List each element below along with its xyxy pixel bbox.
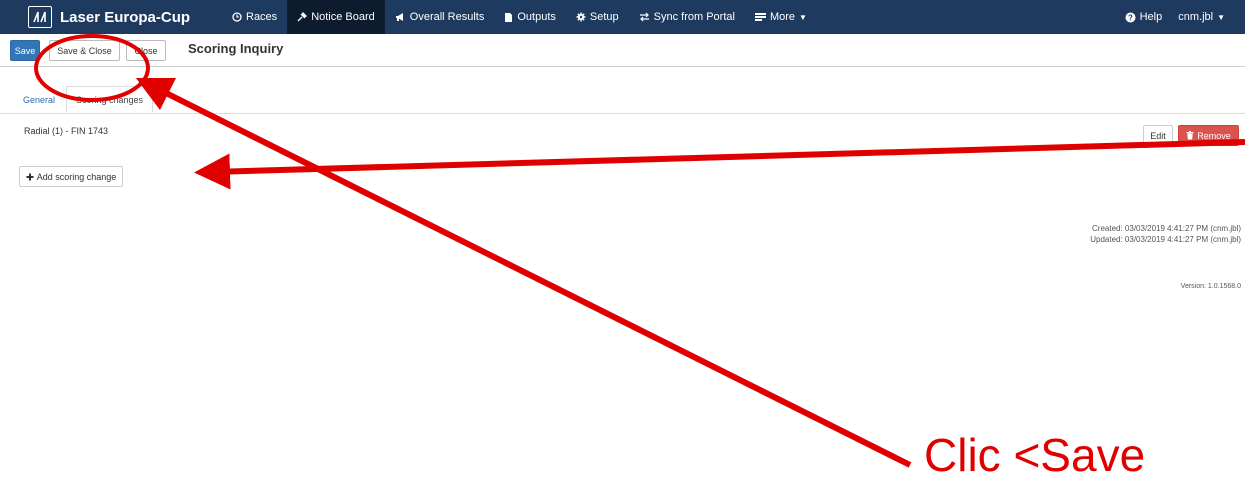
nav-setup[interactable]: Setup [566,0,629,34]
add-scoring-change-label: Add scoring change [36,171,117,182]
remove-label: Remove [1197,130,1231,141]
sync-icon [639,12,649,22]
chevron-down-icon: ▼ [1217,12,1225,22]
save-close-button[interactable]: Save & Close [49,40,120,61]
user-menu: ? Help cnm.jbl ▼ [1117,0,1233,34]
close-button[interactable]: Close [126,40,166,61]
nav-sync-label: Sync from Portal [653,11,735,23]
tab-general[interactable]: General [12,86,66,113]
nav-more-label: More [769,11,796,23]
laser-logo-icon [28,6,52,28]
nav-overall-results-label: Overall Results [409,11,485,23]
edit-button[interactable]: Edit [1143,125,1173,146]
username: cnm.jbl [1178,11,1214,23]
brand[interactable]: Laser Europa-Cup [28,4,190,30]
user-dropdown[interactable]: cnm.jbl ▼ [1170,0,1233,34]
nav-setup-label: Setup [589,11,619,23]
tab-bar: General Scoring changes [0,86,1245,114]
svg-text:?: ? [1128,13,1133,22]
remove-button[interactable]: Remove [1178,125,1239,146]
created-timestamp: Created: 03/03/2019 4:41:27 PM (cnm.jbl) [1092,224,1241,233]
nav-notice-board[interactable]: Notice Board [287,0,385,34]
arrow-to-save-close [135,77,912,468]
brand-title: Laser Europa-Cup [60,8,191,26]
top-navbar: Laser Europa-Cup Races Notice Board Over… [0,0,1245,34]
plus-icon [26,173,34,180]
nav-notice-board-label: Notice Board [311,11,375,23]
toolbar: Save Save & Close Close [0,34,1245,67]
help-label: Help [1139,11,1163,23]
megaphone-icon [395,13,403,21]
nav-outputs[interactable]: Outputs [494,0,566,34]
scoring-change-item: Radial (1) - FIN 1743 [24,126,109,136]
chevron-down-icon: ▼ [799,12,807,22]
nav-overall-results[interactable]: Overall Results [385,0,495,34]
nav-races-label: Races [246,11,278,23]
help-icon: ? [1125,12,1136,22]
nav-sync-from-portal[interactable]: Sync from Portal [629,0,745,34]
gear-icon [576,12,586,22]
annotation-text: Clic <Save [924,429,1146,481]
pin-icon [297,12,308,22]
nav-outputs-label: Outputs [517,11,556,23]
nav-races[interactable]: Races [222,0,287,34]
help-button[interactable]: ? Help [1117,0,1171,34]
annotation-overlay [34,34,1245,468]
arrow-to-add-scoring-change [194,139,1245,190]
save-button[interactable]: Save [10,40,40,61]
file-icon [505,12,513,22]
nav-more[interactable]: More ▼ [745,0,817,34]
version-label: Version: 1.0.1568.0 [1180,283,1241,290]
trash-icon [1186,131,1194,140]
clock-icon [232,12,242,22]
list-icon [754,13,766,21]
page-title: Scoring Inquiry [188,41,284,56]
main-menu: Races Notice Board Overall Results Outpu… [222,0,817,34]
tab-scoring-changes[interactable]: Scoring changes [66,86,153,113]
updated-timestamp: Updated: 03/03/2019 4:41:27 PM (cnm.jbl) [1090,235,1241,244]
add-scoring-change-button[interactable]: Add scoring change [19,166,123,187]
